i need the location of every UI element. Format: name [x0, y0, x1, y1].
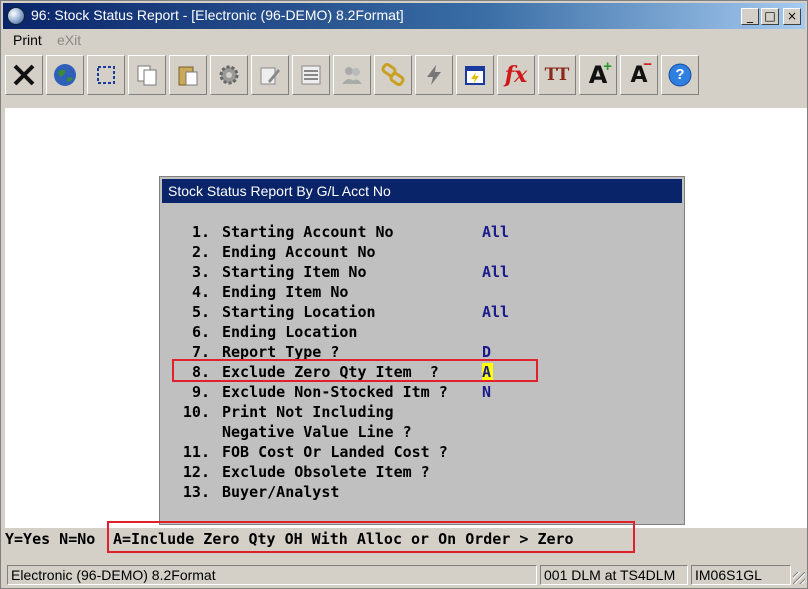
menu-print[interactable]: Print — [13, 32, 42, 48]
copy-icon[interactable] — [128, 55, 166, 95]
minimize-button[interactable]: _ — [741, 8, 759, 25]
option-label: Exclude Obsolete Item ? — [222, 463, 430, 481]
app-icon — [7, 7, 25, 25]
status-user: 001 DLM at TS4DLM — [540, 565, 688, 585]
users-icon[interactable] — [333, 55, 371, 95]
option-label: Negative Value Line ? — [222, 423, 412, 441]
option-row[interactable]: 1. Starting Account No All — [180, 222, 660, 242]
option-number: 10. — [182, 403, 210, 421]
status-bar: Electronic (96-DEMO) 8.2Format 001 DLM a… — [5, 564, 807, 586]
globe-icon[interactable] — [46, 55, 84, 95]
lightning-icon[interactable] — [415, 55, 453, 95]
option-label: Starting Account No — [222, 223, 394, 241]
font-icon[interactable]: TT — [538, 55, 576, 95]
option-row[interactable]: 2. Ending Account No — [180, 242, 660, 262]
list-icon[interactable] — [292, 55, 330, 95]
highlight-box-help — [107, 521, 635, 553]
option-number: 6. — [191, 323, 210, 341]
resize-grip[interactable] — [793, 572, 805, 584]
menu-bar: Print eXit — [3, 30, 805, 50]
function-icon[interactable]: fx — [497, 55, 535, 95]
option-label: Print Not Including — [222, 403, 394, 421]
option-label: Starting Item No — [222, 263, 367, 281]
maximize-button[interactable]: □ — [761, 8, 779, 25]
option-row[interactable]: 12. Exclude Obsolete Item ? — [180, 462, 660, 482]
option-number: 9. — [191, 383, 210, 401]
option-number: 1. — [191, 223, 210, 241]
option-label: Starting Location — [222, 303, 376, 321]
option-row[interactable]: 13. Buyer/Analyst — [180, 482, 660, 502]
option-label: Buyer/Analyst — [222, 483, 340, 501]
link-icon[interactable] — [374, 55, 412, 95]
option-row[interactable]: 3. Starting Item No All — [180, 262, 660, 282]
option-label: Ending Item No — [222, 283, 349, 301]
help-text-left: Y=Yes N=No — [5, 530, 96, 548]
increase-font-icon[interactable]: A + — [579, 55, 617, 95]
option-value: All — [482, 223, 510, 241]
option-label: FOB Cost Or Landed Cost ? — [222, 443, 448, 461]
option-row[interactable]: 11. FOB Cost Or Landed Cost ? — [180, 442, 660, 462]
font-label: TT — [544, 65, 570, 85]
option-number: 13. — [182, 483, 210, 501]
window-title: 96: Stock Status Report - [Electronic (9… — [31, 7, 404, 23]
option-label: Exclude Non-Stocked Itm ? — [222, 383, 448, 401]
option-number: 3. — [191, 263, 210, 281]
minus-sign-icon: − — [643, 56, 652, 73]
plus-sign-icon: + — [603, 58, 612, 75]
help-icon[interactable]: ? — [661, 55, 699, 95]
status-program: IM06S1GL — [691, 565, 791, 585]
status-company: Electronic (96-DEMO) 8.2Format — [7, 565, 537, 585]
paste-icon[interactable] — [169, 55, 207, 95]
option-number: 5. — [191, 303, 210, 321]
option-row[interactable]: 6. Ending Location — [180, 322, 660, 342]
close-button[interactable]: × — [783, 8, 801, 25]
option-row[interactable]: 10. Print Not Including — [180, 402, 660, 422]
dialog-title: Stock Status Report By G/L Acct No — [162, 179, 682, 203]
option-label: Ending Location — [222, 323, 358, 341]
edit-icon[interactable] — [251, 55, 289, 95]
close-icon[interactable] — [5, 55, 43, 95]
app-window: 96: Stock Status Report - [Electronic (9… — [0, 0, 808, 589]
title-bar: 96: Stock Status Report - [Electronic (9… — [3, 3, 805, 29]
function-label: fx — [504, 62, 528, 88]
toolbar: fx TT A + A − ? — [3, 53, 805, 99]
option-value: All — [482, 263, 510, 281]
option-number: 12. — [182, 463, 210, 481]
option-value: All — [482, 303, 510, 321]
menu-exit[interactable]: eXit — [57, 32, 81, 48]
option-number: 11. — [182, 443, 210, 461]
option-number: 2. — [191, 243, 210, 261]
select-icon[interactable] — [87, 55, 125, 95]
decrease-font-icon[interactable]: A − — [620, 55, 658, 95]
option-row[interactable]: 9. Exclude Non-Stocked Itm ? N — [180, 382, 660, 402]
report-options-dialog: Stock Status Report By G/L Acct No 1. Sta… — [159, 176, 685, 525]
help-label: ? — [675, 66, 685, 83]
option-row[interactable]: 5. Starting Location All — [180, 302, 660, 322]
calendar-icon[interactable] — [456, 55, 494, 95]
option-value: N — [482, 383, 492, 401]
option-label: Ending Account No — [222, 243, 376, 261]
option-row[interactable]: Negative Value Line ? — [180, 422, 660, 442]
option-number: 4. — [191, 283, 210, 301]
settings-icon[interactable] — [210, 55, 248, 95]
option-row[interactable]: 4. Ending Item No — [180, 282, 660, 302]
highlight-box-option-8 — [172, 359, 538, 382]
